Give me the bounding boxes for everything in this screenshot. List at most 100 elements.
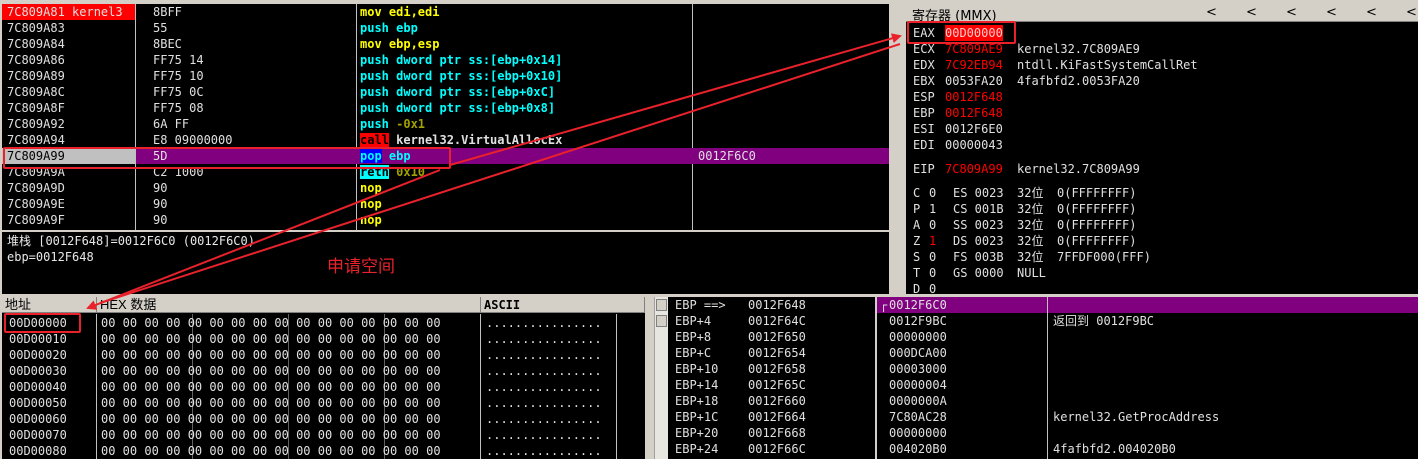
stack-ebp-address[interactable]: 0012F658 [748,361,806,377]
dump-address[interactable]: 00D00050 [9,395,67,411]
stack-ebp-address[interactable]: 0012F660 [748,393,806,409]
disasm-hex[interactable]: 90 [153,196,167,212]
dump-ascii[interactable]: ................ [486,315,602,331]
disasm-address[interactable]: 7C809A94 [7,132,133,148]
dump-ascii[interactable]: ................ [486,347,602,363]
disasm-instruction[interactable]: nop [360,196,382,212]
disasm-address[interactable]: 7C809A83 [7,20,133,36]
flag-row[interactable]: C 0 ES 0023 32位 0(FFFFFFFF) [906,185,1418,201]
disasm-address[interactable]: 7C809A92 [7,116,133,132]
register-nav-left-arrow[interactable]: < [1206,5,1217,20]
disassembly-panel[interactable]: 7C809A81 kernel3 8BFF mov edi,edi 7C809A83 5… [2,4,889,230]
stack-scrollbar-thumb[interactable] [656,299,667,311]
disasm-hex[interactable]: 90 [153,180,167,196]
dump-ascii[interactable]: ................ [486,427,602,443]
stack-ebp-row[interactable]: EBP+4 0012F64C [668,313,875,329]
register-value[interactable]: 0053FA20 [945,73,1003,89]
stack-value-row[interactable]: 7C80AC28 kernel32.GetProcAddress [877,409,1418,425]
dump-hex-bytes[interactable]: 00 00 00 00 00 00 00 00 00 00 00 00 00 0… [101,379,441,395]
disasm-instruction[interactable]: push dword ptr ss:[ebp+0x10] [360,68,562,84]
disasm-hex[interactable]: FF75 0C [153,84,204,100]
flag-row[interactable]: T 0 GS 0000 NULL [906,265,1418,281]
stack-ebp-row[interactable]: EBP+C 0012F654 [668,345,875,361]
flag-row[interactable]: A 0 SS 0023 32位 0(FFFFFFFF) [906,217,1418,233]
disasm-instruction[interactable]: nop [360,180,382,196]
stack-value-row[interactable]: 00000004 [877,377,1418,393]
stack-value[interactable]: 00000000 [889,329,947,345]
disasm-row[interactable]: 7C809A9F 90 nop [2,212,889,228]
stack-ebp-address[interactable]: 0012F64C [748,313,806,329]
disasm-address[interactable]: 7C809A81 kernel3 [7,4,133,20]
stack-ebp-row[interactable]: EBP ==> 0012F648 [668,297,875,313]
dump-ascii[interactable]: ................ [486,411,602,427]
disasm-hex[interactable]: E8 09000000 [153,132,232,148]
disasm-address[interactable]: 7C809A8C [7,84,133,100]
flag-row[interactable]: P 1 CS 001B 32位 0(FFFFFFFF) [906,201,1418,217]
disasm-row[interactable]: 7C809A89 FF75 10 push dword ptr ss:[ebp+0x… [2,68,889,84]
disasm-row[interactable]: 7C809A84 8BEC mov ebp,esp [2,36,889,52]
register-row[interactable]: ESP 0012F648 [906,89,1418,105]
register-value[interactable]: 0012F648 [945,89,1003,105]
register-value[interactable]: 7C809A99 [945,161,1003,177]
stack-value[interactable]: 0012F6C0 [889,297,947,313]
stack-value-row[interactable]: ┌ 0012F6C0 [877,297,1418,313]
flag-value[interactable]: 0 [929,265,936,281]
flag-row[interactable]: S 0 FS 003B 32位 7FFDF000(FFF) [906,249,1418,265]
disasm-instruction[interactable]: mov ebp,esp [360,36,439,52]
disasm-instruction[interactable]: call kernel32.VirtualAllocEx [360,132,562,148]
stack-value[interactable]: 000DCA00 [889,345,947,361]
dump-row[interactable]: 00D00080 00 00 00 00 00 00 00 00 00 00 00… [2,443,645,459]
stack-ebp-panel[interactable]: EBP ==> 0012F648 EBP+4 0012F64C EBP+8 0012F65… [668,297,875,459]
stack-ebp-row[interactable]: EBP+1C 0012F664 [668,409,875,425]
stack-value[interactable]: 7C80AC28 [889,409,947,425]
disasm-row[interactable]: 7C809A92 6A FF push -0x1 [2,116,889,132]
dump-header-ascii[interactable]: ASCII [481,297,645,313]
disasm-address[interactable]: 7C809A8F [7,100,133,116]
disasm-hex[interactable]: 90 [153,212,167,228]
disasm-hex[interactable]: 6A FF [153,116,189,132]
disasm-address[interactable]: 7C809A89 [7,68,133,84]
stack-value[interactable]: 0000000A [889,393,947,409]
stack-ebp-row[interactable]: EBP+8 0012F650 [668,329,875,345]
disasm-row[interactable]: 7C809A8F FF75 08 push dword ptr ss:[ebp+0x… [2,100,889,116]
dump-address[interactable]: 00D00080 [9,443,67,459]
dump-row[interactable]: 00D00020 00 00 00 00 00 00 00 00 00 00 00… [2,347,645,363]
dump-row[interactable]: 00D00030 00 00 00 00 00 00 00 00 00 00 00… [2,363,645,379]
eip-row[interactable]: EIP 7C809A99 kernel32.7C809A99 [906,161,1418,177]
stack-value-row[interactable]: 0000000A [877,393,1418,409]
disasm-hex[interactable]: 55 [153,20,167,36]
stack-ebp-row[interactable]: EBP+24 0012F66C [668,441,875,457]
dump-address[interactable]: 00D00010 [9,331,67,347]
disasm-row[interactable]: 7C809A81 kernel3 8BFF mov edi,edi [2,4,889,20]
register-row[interactable]: ESI 0012F6E0 [906,121,1418,137]
disasm-hex[interactable]: FF75 10 [153,68,204,84]
disasm-hex[interactable]: FF75 14 [153,52,204,68]
disasm-instruction[interactable]: push dword ptr ss:[ebp+0x8] [360,100,555,116]
flag-value[interactable]: 0 [929,217,936,233]
disasm-address[interactable]: 7C809A86 [7,52,133,68]
register-nav-left-arrow[interactable]: < [1406,5,1417,20]
stack-ebp-address[interactable]: 0012F650 [748,329,806,345]
disasm-hex[interactable]: FF75 08 [153,100,204,116]
dump-ascii[interactable]: ................ [486,395,602,411]
stack-value[interactable]: 00000000 [889,425,947,441]
disasm-instruction[interactable]: push ebp [360,20,418,36]
dump-hex-bytes[interactable]: 00 00 00 00 00 00 00 00 00 00 00 00 00 0… [101,443,441,459]
disasm-row[interactable]: 7C809A94 E8 09000000 call kernel32.Virtual… [2,132,889,148]
register-value[interactable]: 7C92EB94 [945,57,1003,73]
dump-address[interactable]: 00D00060 [9,411,67,427]
disasm-instruction[interactable]: push -0x1 [360,116,425,132]
dump-address[interactable]: 00D00070 [9,427,67,443]
register-nav-left-arrow[interactable]: < [1326,5,1337,20]
flag-value[interactable]: 0 [929,249,936,265]
dump-ascii[interactable]: ................ [486,331,602,347]
stack-ebp-address[interactable]: 0012F65C [748,377,806,393]
stack-ebp-address[interactable]: 0012F648 [748,297,806,313]
register-row[interactable]: EBP 0012F648 [906,105,1418,121]
stack-value-row[interactable]: 0012F9BC 返回到 0012F9BC [877,313,1418,329]
flag-value[interactable]: 0 [929,185,936,201]
disasm-address[interactable]: 7C809A9F [7,212,133,228]
dump-row[interactable]: 00D00040 00 00 00 00 00 00 00 00 00 00 00… [2,379,645,395]
dump-ascii[interactable]: ................ [486,443,602,459]
stack-ebp-row[interactable]: EBP+10 0012F658 [668,361,875,377]
